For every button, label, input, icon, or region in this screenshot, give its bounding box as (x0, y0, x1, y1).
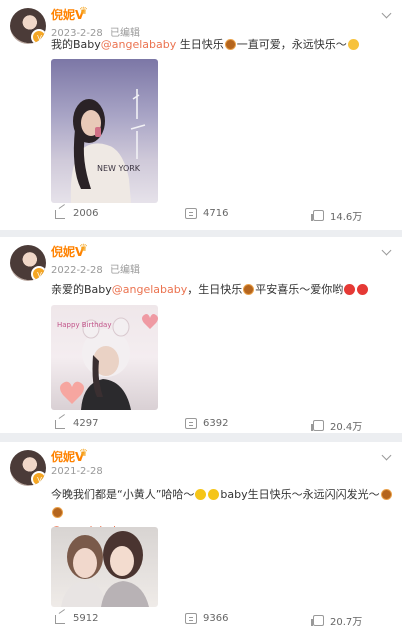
heart-emoji-icon (344, 284, 356, 295)
text-segment: 我的Baby (51, 38, 101, 51)
verified-badge-icon: V (37, 34, 42, 42)
comment-button[interactable]: 6392 (185, 418, 228, 429)
repost-count: 5912 (73, 613, 99, 624)
like-icon (311, 210, 324, 221)
comment-button[interactable]: 9366 (185, 613, 228, 624)
repost-button[interactable]: 2006 (55, 208, 98, 219)
mention-link[interactable]: @angelababy (101, 38, 176, 51)
like-button[interactable]: 20.4万 (311, 418, 363, 433)
cake-emoji-icon (243, 284, 255, 295)
post-date[interactable]: 2022-2-28 (51, 265, 103, 276)
chevron-down-icon[interactable] (381, 450, 392, 461)
yellow-heart-emoji-icon (208, 489, 220, 500)
weibo-post: V 倪妮V ♛ 2022-2-28 已编辑 亲爱的Baby@angelababy… (0, 237, 402, 433)
comment-icon (185, 613, 197, 624)
heart-emoji-icon (357, 284, 369, 295)
post-photo[interactable] (51, 527, 158, 607)
verified-badge-icon: V (37, 271, 42, 279)
repost-count: 2006 (73, 208, 99, 219)
action-bar: 4297 6392 20.4万 (0, 418, 402, 438)
post-text: 我的Baby@angelababy 生日快乐 一直可爱，永远快乐～ (51, 36, 394, 54)
action-bar: 2006 4716 14.6万 (0, 208, 402, 228)
text-segment: 今晚我们都是“小黄人”哈哈～ (51, 488, 195, 501)
verified-badge-icon: V (37, 476, 42, 484)
shirt-print: NEW YORK (97, 164, 141, 173)
like-icon (311, 420, 324, 431)
post-date[interactable]: 2021-2-28 (51, 466, 103, 477)
text-segment: baby生日快乐～永远闪闪发光～ (220, 488, 380, 501)
text-segment: 亲爱的Baby (51, 283, 112, 296)
comment-count: 9366 (203, 613, 229, 624)
avatar[interactable]: V (10, 450, 46, 486)
repost-button[interactable]: 4297 (55, 418, 98, 429)
photo-sticker-text: Happy Birthday (57, 321, 112, 329)
share-icon (55, 613, 67, 624)
like-count: 14.6万 (330, 212, 363, 223)
post-photo[interactable]: Happy Birthday (51, 305, 158, 410)
crown-icon: ♛ (79, 6, 88, 17)
text-segment: 生日快乐 (176, 38, 224, 51)
share-icon (55, 418, 67, 429)
like-count: 20.4万 (330, 422, 363, 433)
comment-count: 4716 (203, 208, 229, 219)
text-segment: 一直可爱，永远快乐～ (236, 38, 347, 51)
comment-count: 6392 (203, 418, 229, 429)
avatar[interactable]: V (10, 8, 46, 44)
cake-emoji-icon (52, 507, 63, 518)
comment-icon (185, 418, 197, 429)
text-segment: 平安喜乐～爱你哟 (255, 283, 344, 296)
cake-emoji-icon (224, 39, 236, 50)
comment-button[interactable]: 4716 (185, 208, 228, 219)
mention-link[interactable]: @angelababy (112, 283, 187, 296)
text-segment: ，生日快乐 (187, 283, 243, 296)
chevron-down-icon[interactable] (381, 245, 392, 256)
crown-icon: ♛ (79, 448, 88, 459)
avatar[interactable]: V (10, 245, 46, 281)
weibo-post: V 倪妮V ♛ 2023-2-28 已编辑 我的Baby@angelababy … (0, 0, 402, 230)
post-meta: 2021-2-28 (51, 466, 103, 477)
repost-button[interactable]: 5912 (55, 613, 98, 624)
action-bar: 5912 9366 20.7万 (0, 613, 402, 633)
weibo-post: V 倪妮V ♛ 2021-2-28 今晚我们都是“小黄人”哈哈～ baby生日快乐… (0, 442, 402, 640)
post-text: 亲爱的Baby@angelababy，生日快乐 平安喜乐～爱你哟 (51, 281, 394, 299)
comment-icon (185, 208, 197, 219)
edited-label: 已编辑 (109, 265, 140, 276)
share-icon (55, 208, 67, 219)
like-button[interactable]: 14.6万 (311, 208, 363, 223)
post-photo[interactable]: NEW YORK (51, 59, 158, 203)
yellow-heart-emoji-icon (195, 489, 207, 500)
like-icon (311, 615, 324, 626)
like-count: 20.7万 (330, 617, 363, 628)
like-button[interactable]: 20.7万 (311, 613, 363, 628)
cake-emoji-icon (380, 489, 392, 500)
smile-emoji-icon (347, 39, 359, 50)
chevron-down-icon[interactable] (381, 8, 392, 19)
crown-icon: ♛ (79, 243, 88, 254)
photo-illustration: NEW YORK (70, 89, 146, 203)
photo-illustration (61, 531, 149, 607)
photo-illustration: Happy Birthday (57, 314, 158, 410)
post-meta: 2022-2-28 已编辑 (51, 261, 140, 276)
repost-count: 4297 (73, 418, 99, 429)
